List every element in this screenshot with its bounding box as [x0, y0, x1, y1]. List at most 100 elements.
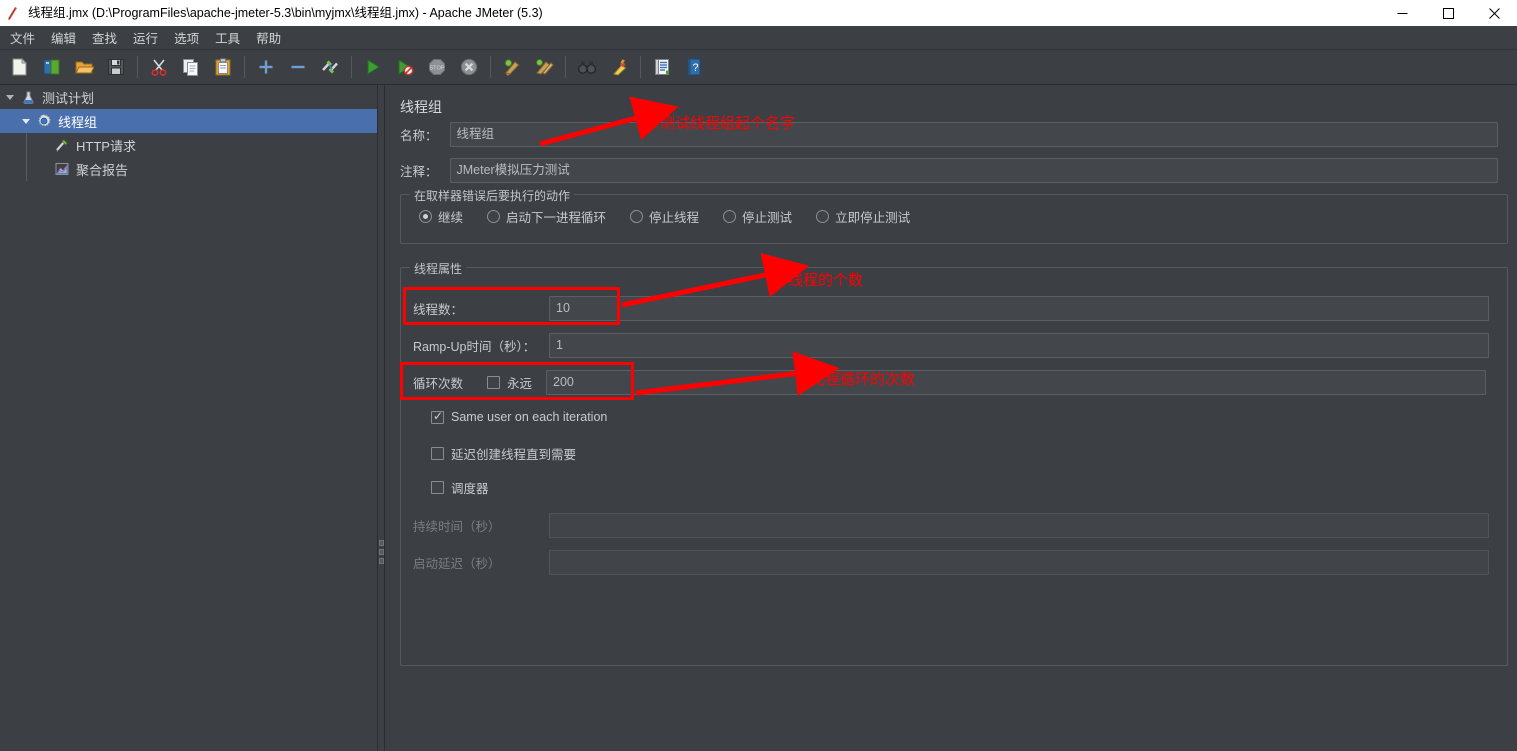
shutdown-icon[interactable]: [453, 52, 485, 82]
radio-stop-test[interactable]: 停止测试: [723, 207, 792, 226]
menu-run[interactable]: 运行: [126, 26, 165, 49]
menu-help[interactable]: 帮助: [249, 26, 288, 49]
test-plan-icon: [18, 85, 38, 109]
tree-node-test-plan[interactable]: 测试计划: [0, 85, 377, 109]
start-icon[interactable]: [357, 52, 389, 82]
function-helper-icon[interactable]: [646, 52, 678, 82]
ramp-up-label: Ramp-Up时间（秒）：: [413, 340, 536, 354]
radio-dot-icon: [487, 210, 501, 223]
jmeter-window: 线程组.jmx (D:\ProgramFiles\apache-jmeter-5…: [0, 0, 1517, 751]
window-controls: [1379, 0, 1517, 26]
save-icon[interactable]: [100, 52, 132, 82]
comment-label: 注释：: [400, 165, 438, 179]
loop-count-label: 循环次数: [413, 377, 464, 391]
title-bar: 线程组.jmx (D:\ProgramFiles\apache-jmeter-5…: [0, 0, 1517, 26]
scheduler-row: 调度器: [431, 478, 489, 497]
copy-icon[interactable]: [175, 52, 207, 82]
radio-continue[interactable]: 继续: [419, 207, 463, 226]
test-plan-tree[interactable]: 测试计划 线程组 HTTP请求 聚合报告: [0, 85, 378, 751]
scheduler-label: 调度器: [451, 482, 489, 496]
new-icon[interactable]: [4, 52, 36, 82]
thread-group-gear-icon: [34, 109, 54, 133]
annotation-text-loops: 先程循环的次数: [810, 370, 916, 388]
menu-search[interactable]: 查找: [85, 26, 124, 49]
name-input[interactable]: 线程组: [449, 122, 1498, 147]
checkbox-box-icon: [431, 481, 444, 494]
splitter-handle[interactable]: [379, 540, 384, 564]
radio-label: 启动下一进程循环: [506, 211, 607, 225]
menu-file[interactable]: 文件: [3, 26, 42, 49]
radio-start-next-loop[interactable]: 启动下一进程循环: [487, 207, 606, 226]
http-request-icon: [52, 133, 72, 157]
radio-stop-thread[interactable]: 停止线程: [630, 207, 699, 226]
menu-options[interactable]: 选项: [167, 26, 206, 49]
maximize-button[interactable]: [1425, 0, 1471, 26]
radio-label: 继续: [438, 211, 464, 225]
comment-input[interactable]: JMeter模拟压力测试: [449, 158, 1498, 183]
menu-tools[interactable]: 工具: [208, 26, 247, 49]
delay-thread-creation-row: 延迟创建线程直到需要: [431, 444, 576, 463]
thread-properties-group-title: 线程属性: [410, 260, 467, 277]
ramp-up-input[interactable]: 1: [549, 333, 1489, 358]
help-icon[interactable]: ?: [678, 52, 710, 82]
checkbox-box-icon: [487, 376, 501, 389]
duration-label: 持续时间（秒）: [413, 520, 501, 534]
panel-splitter[interactable]: [378, 85, 385, 751]
tree-node-aggregate-report[interactable]: 聚合报告: [0, 157, 377, 181]
start-no-timers-icon[interactable]: [389, 52, 421, 82]
thread-group-form: 线程组 名称： 线程组 注释： JMeter模拟压力测试 在取样器错误后要执行的…: [386, 85, 1517, 751]
templates-icon[interactable]: [36, 52, 68, 82]
toolbar: STOP ?: [0, 50, 1517, 85]
forever-checkbox[interactable]: 永远: [487, 373, 532, 392]
scheduler-checkbox[interactable]: 调度器: [431, 478, 489, 497]
close-button[interactable]: [1471, 0, 1517, 26]
loop-count-input[interactable]: 200: [546, 370, 1487, 395]
tree-node-http-request[interactable]: HTTP请求: [0, 133, 377, 157]
tree-node-label: 线程组: [58, 114, 98, 130]
radio-dot-icon: [630, 210, 644, 223]
startup-delay-label: 启动延迟（秒）: [413, 557, 501, 571]
annotation-text-name: 测试线程组起个名字: [660, 114, 796, 132]
expand-all-icon[interactable]: [250, 52, 282, 82]
clear-all-icon[interactable]: [528, 52, 560, 82]
collapse-all-icon[interactable]: [282, 52, 314, 82]
minimize-button[interactable]: [1379, 0, 1425, 26]
reset-search-icon[interactable]: [603, 52, 635, 82]
radio-stop-test-now[interactable]: 立即停止测试: [816, 207, 910, 226]
toggle-icon[interactable]: [314, 52, 346, 82]
startup-delay-row: 启动延迟（秒）: [413, 550, 1497, 575]
radio-label: 停止测试: [742, 211, 793, 225]
cut-icon[interactable]: [143, 52, 175, 82]
menu-bar: 文件 编辑 查找 运行 选项 工具 帮助: [0, 26, 1517, 50]
thread-count-row: 线程数： 10: [413, 296, 1497, 321]
menu-edit[interactable]: 编辑: [44, 26, 83, 49]
startup-delay-input[interactable]: [549, 550, 1489, 575]
annotation-text-threads: 线程的个数: [788, 271, 864, 289]
stop-icon[interactable]: STOP: [421, 52, 453, 82]
svg-text:?: ?: [692, 62, 698, 74]
checkbox-box-icon: [431, 447, 444, 460]
radio-label: 立即停止测试: [835, 211, 911, 225]
chevron-down-icon[interactable]: [2, 85, 18, 109]
radio-dot-icon: [723, 210, 737, 223]
tree-node-label: 聚合报告: [76, 162, 129, 178]
thread-count-label: 线程数：: [413, 303, 464, 317]
tree-node-label: 测试计划: [42, 90, 95, 106]
forever-label: 永远: [507, 377, 533, 391]
search-icon[interactable]: [571, 52, 603, 82]
open-icon[interactable]: [68, 52, 100, 82]
paste-icon[interactable]: [207, 52, 239, 82]
tree-node-thread-group[interactable]: 线程组: [0, 109, 377, 133]
clear-icon[interactable]: [496, 52, 528, 82]
duration-row: 持续时间（秒）: [413, 513, 1497, 538]
aggregate-report-icon: [52, 157, 72, 181]
loop-count-row: 循环次数 永远 200: [413, 370, 1497, 395]
chevron-down-icon[interactable]: [18, 109, 34, 133]
delay-thread-creation-checkbox[interactable]: 延迟创建线程直到需要: [431, 444, 576, 463]
duration-input[interactable]: [549, 513, 1489, 538]
thread-count-input[interactable]: 10: [549, 296, 1489, 321]
radio-label: 停止线程: [649, 211, 700, 225]
name-row: 名称： 线程组: [400, 122, 1510, 147]
radio-dot-icon: [816, 210, 830, 223]
same-user-checkbox[interactable]: Same user on each iteration: [431, 409, 607, 424]
